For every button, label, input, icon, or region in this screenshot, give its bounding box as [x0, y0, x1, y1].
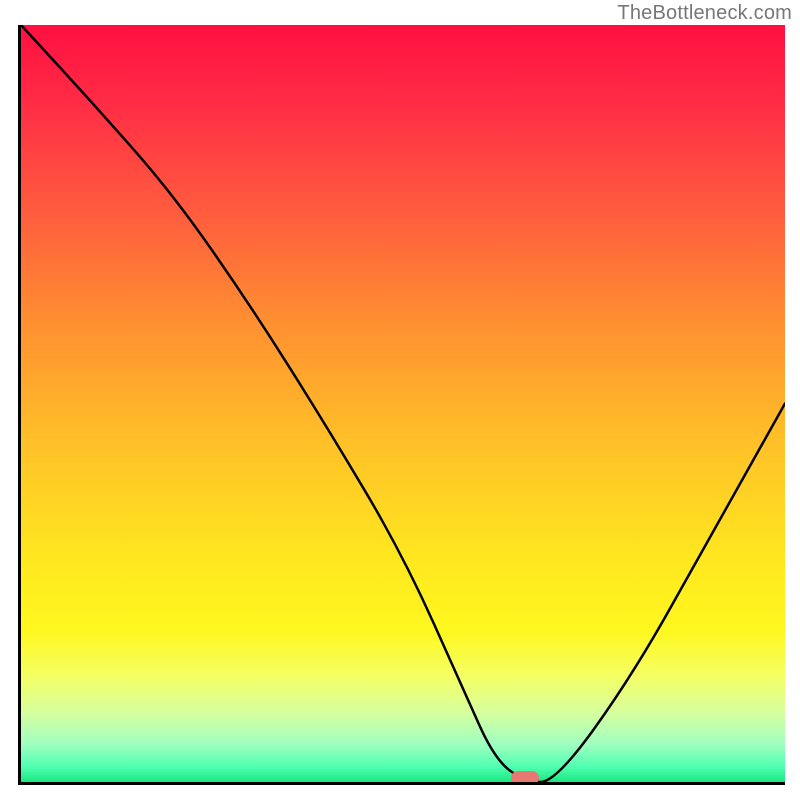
- bottleneck-curve: [21, 25, 785, 782]
- chart-container: TheBottleneck.com: [0, 0, 800, 800]
- watermark-label: TheBottleneck.com: [617, 2, 792, 25]
- optimal-marker: [511, 771, 539, 785]
- plot-area: [18, 25, 785, 785]
